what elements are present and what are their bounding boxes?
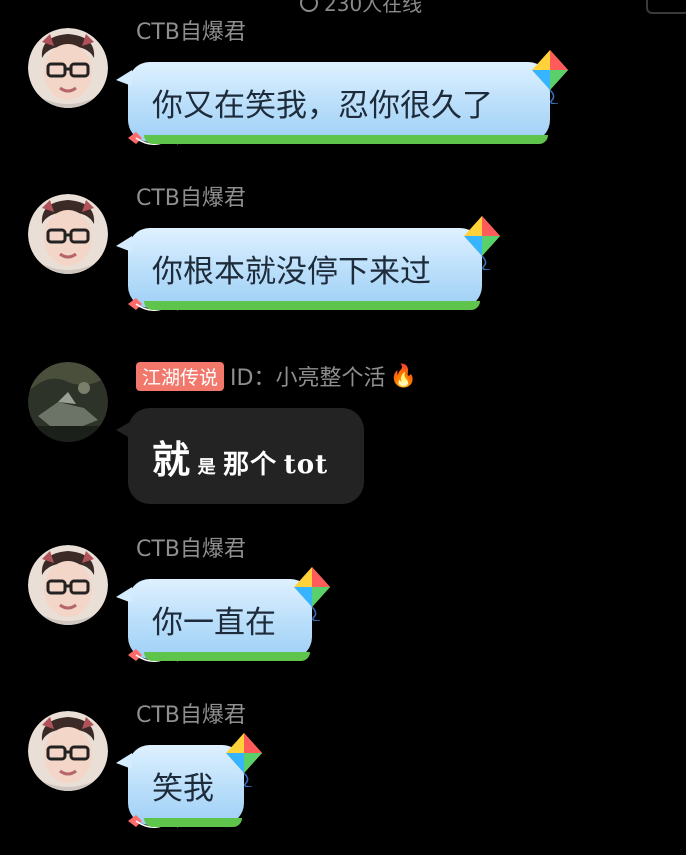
message-text: 你又在笑我，忍你很久了 [152, 87, 493, 124]
game-scene-avatar-icon [28, 362, 108, 442]
sender-name: 江湖传说 ID：小亮整个活 🔥 [136, 360, 417, 392]
sender-name-text: CTB自爆君 [136, 703, 246, 728]
message-bubble[interactable]: 就 是 那个 tot [116, 408, 364, 504]
bubble-tail [116, 753, 132, 769]
kite-icon [292, 565, 332, 621]
sender-name-text: CTB自爆君 [136, 186, 246, 211]
sender-name-text: ID：小亮整个活 [230, 366, 386, 391]
message-text-part: 那个 [223, 449, 278, 480]
bubble-decoration-icon [124, 294, 180, 316]
sender-name: CTB自爆君 [136, 531, 246, 563]
bubble-decoration-icon [124, 128, 180, 150]
message-bubble[interactable]: 笑我 [116, 745, 244, 825]
message-text: 笑我 [152, 770, 214, 807]
avatar-man-glasses-icon[interactable] [28, 711, 108, 791]
online-icon [300, 0, 318, 12]
message-text-part: 就 [152, 436, 192, 482]
message-text-part: 是 [197, 456, 217, 478]
avatar-man-glasses-icon[interactable] [28, 545, 108, 625]
bubble-tail [116, 236, 132, 252]
message-text: 你根本就没停下来过 [152, 253, 431, 290]
bubble-tail [116, 587, 132, 603]
kite-icon [224, 731, 264, 787]
bubble-decoration-icon [124, 811, 180, 833]
top-right-button[interactable] [646, 0, 686, 14]
message-text: 你一直在 [152, 604, 276, 641]
kite-icon [462, 214, 502, 270]
message-bubble[interactable]: 你根本就没停下来过 [116, 228, 482, 308]
title-badge: 江湖传说 [136, 361, 225, 391]
avatar-man-glasses-icon[interactable] [28, 28, 108, 108]
sender-name: CTB自爆君 [136, 14, 246, 46]
bubble-tail [116, 70, 132, 86]
message-bubble[interactable]: 你一直在 [116, 579, 312, 659]
flame-icon: 🔥 [389, 363, 417, 389]
avatar-game-scene-icon[interactable] [28, 362, 108, 442]
bubble-tail [116, 422, 130, 438]
sender-name: CTB自爆君 [136, 180, 246, 212]
sender-name-text: CTB自爆君 [136, 537, 246, 562]
kite-icon [530, 48, 570, 104]
avatar-man-glasses-icon[interactable] [28, 194, 108, 274]
message-bubble[interactable]: 你又在笑我，忍你很久了 [116, 62, 550, 142]
bubble-decoration-icon [124, 645, 180, 667]
sender-name: CTB自爆君 [136, 697, 246, 729]
message-text: 就 是 那个 tot [152, 429, 328, 484]
online-status: 230人在线 [300, 0, 422, 17]
sender-name-text: CTB自爆君 [136, 20, 246, 45]
online-count: 230人在线 [324, 0, 423, 16]
chat-screen: 230人在线 CTB自爆君 你又在笑我，忍你很久了 CTB自爆君 你根本就没停下… [0, 0, 686, 855]
message-text-part: tot [283, 449, 329, 480]
